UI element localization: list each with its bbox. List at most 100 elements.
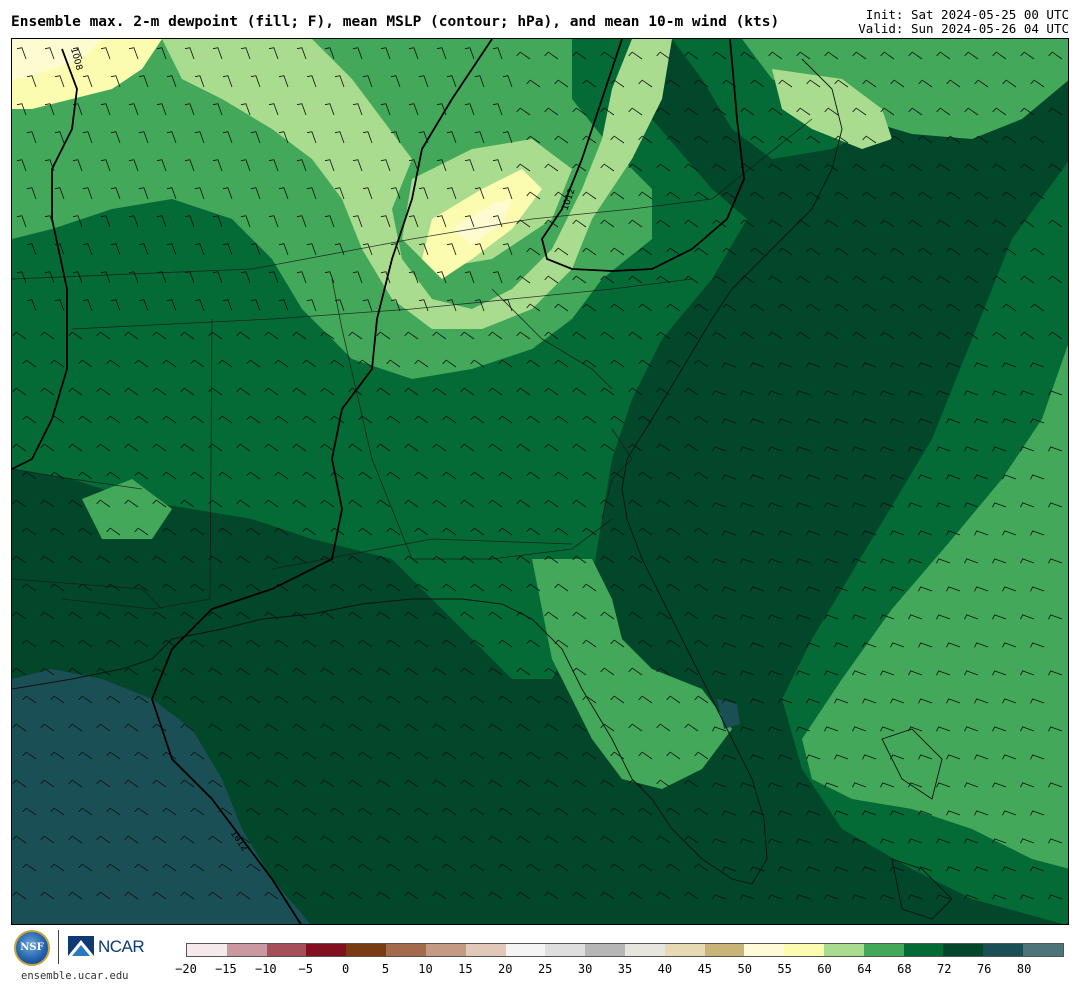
wind-barb xyxy=(600,835,615,844)
colorbar-tick-label: 72 xyxy=(937,962,952,976)
wind-barb xyxy=(442,695,457,704)
wind-barb xyxy=(638,415,653,424)
wind-barb xyxy=(264,779,279,788)
wind-barb xyxy=(134,583,149,592)
wind-barb xyxy=(348,779,363,788)
time-info: Init: Sat 2024-05-25 00 UTC Valid: Sun 2… xyxy=(858,8,1069,36)
wind-barb xyxy=(694,471,709,480)
wind-barb xyxy=(516,723,531,732)
wind-barb xyxy=(554,863,569,872)
wind-barb xyxy=(498,695,513,704)
wind-barb xyxy=(218,527,233,536)
colorbar-tick-label: 0 xyxy=(342,962,350,976)
wind-barb xyxy=(516,891,531,900)
wind-barb xyxy=(890,474,905,480)
wind-barb xyxy=(740,838,755,844)
wind-barb xyxy=(348,891,363,900)
wind-barb xyxy=(656,835,671,844)
wind-barb xyxy=(656,443,671,452)
wind-barb xyxy=(666,583,681,592)
wind-barb xyxy=(68,555,83,564)
colorbar-tick-label: 40 xyxy=(657,962,673,976)
wind-barb xyxy=(414,807,429,816)
wind-barb xyxy=(806,586,821,592)
wind-barb xyxy=(22,527,37,536)
wind-barb xyxy=(78,527,93,536)
wind-barb xyxy=(740,670,755,676)
wind-barb xyxy=(320,779,335,788)
wind-barb xyxy=(880,331,895,340)
wind-barb xyxy=(722,474,737,480)
wind-barb xyxy=(880,219,895,228)
wind-barb xyxy=(432,667,447,676)
wind-barb xyxy=(628,611,643,620)
wind-barb xyxy=(330,583,345,592)
wind-barb xyxy=(684,387,699,396)
wind-barb xyxy=(852,163,867,172)
wind-barb xyxy=(684,835,699,844)
wind-barb xyxy=(124,611,139,620)
wind-barb xyxy=(740,446,755,452)
colorbar-tick-label: −10 xyxy=(254,962,277,976)
wind-barb xyxy=(292,723,307,732)
wind-barb xyxy=(302,751,317,760)
wind-barb xyxy=(572,835,587,844)
wind-barb xyxy=(778,362,793,368)
wind-barb xyxy=(768,502,783,508)
wind-barb xyxy=(722,866,737,872)
wind-barb xyxy=(880,275,895,284)
wind-barb xyxy=(582,807,597,816)
colorbar-swatch xyxy=(505,944,546,956)
wind-barb xyxy=(162,583,177,592)
wind-barb xyxy=(834,474,849,480)
wind-barb xyxy=(376,667,391,676)
wind-barb xyxy=(666,863,681,872)
wind-barb xyxy=(862,866,877,872)
wind-barb xyxy=(778,530,793,536)
wind-barb xyxy=(628,499,643,508)
wind-barb xyxy=(936,331,951,340)
colorbar-swatch xyxy=(903,944,944,956)
wind-barb xyxy=(432,611,447,620)
wind-barb xyxy=(684,107,699,116)
wind-barb xyxy=(1030,135,1045,144)
wind-barb xyxy=(712,331,727,340)
wind-barb xyxy=(722,191,737,200)
wind-barb xyxy=(712,163,727,172)
colorbar-swatch xyxy=(545,944,586,956)
colorbar-tick-label: −20 xyxy=(175,962,197,976)
wind-barb xyxy=(908,894,923,900)
wind-barb xyxy=(236,667,251,676)
wind-barb xyxy=(638,863,653,872)
wind-barb xyxy=(712,614,727,620)
wind-barb xyxy=(750,698,765,704)
wind-barb xyxy=(740,275,755,284)
wind-barb xyxy=(852,446,867,452)
wind-barb xyxy=(442,807,457,816)
wind-barb xyxy=(404,667,419,676)
wind-barb xyxy=(358,583,373,592)
wind-barb xyxy=(554,807,569,816)
wind-barb xyxy=(796,446,811,452)
wind-barb xyxy=(684,331,699,340)
wind-barb xyxy=(778,866,793,872)
wind-barb xyxy=(460,835,475,844)
wind-barb xyxy=(834,866,849,872)
wind-barb xyxy=(656,499,671,508)
wind-barb xyxy=(750,642,765,648)
wind-barb xyxy=(190,639,205,648)
wind-barb xyxy=(908,275,923,284)
wind-barb xyxy=(218,751,233,760)
wind-barb xyxy=(918,247,933,256)
wind-barb xyxy=(292,891,307,900)
wind-barb xyxy=(302,807,317,816)
wind-barb xyxy=(50,583,65,592)
wind-barb xyxy=(432,779,447,788)
wind-barb xyxy=(572,891,587,900)
wind-barb xyxy=(824,219,839,228)
wind-barb xyxy=(908,331,923,340)
wind-barb xyxy=(946,247,961,256)
wind-barb xyxy=(526,695,541,704)
wind-barb xyxy=(778,418,793,424)
dewpoint-map: 1008 1012 1012 xyxy=(11,38,1069,925)
